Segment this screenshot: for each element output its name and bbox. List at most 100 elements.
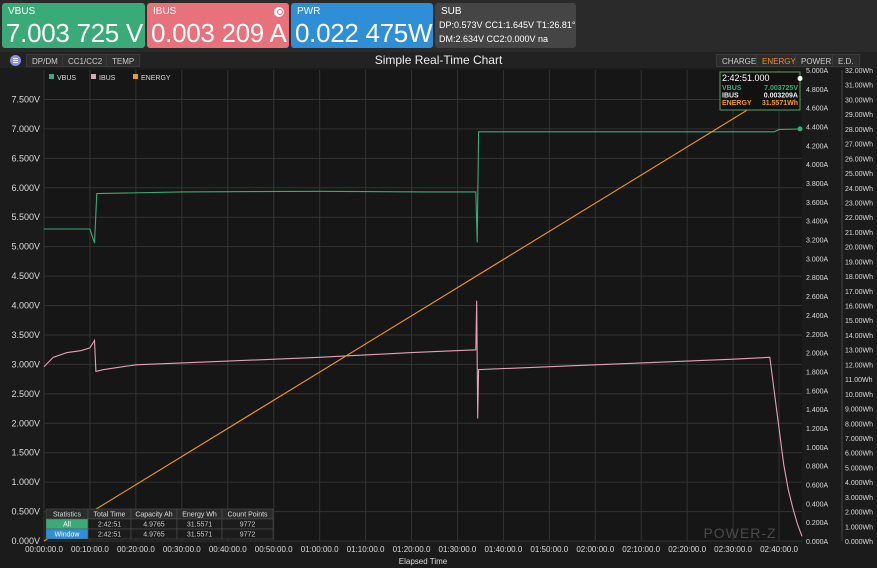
sub-tile[interactable]: SUB DP:0.573V CC1:1.645V T1:26.81°C DM:2… [435, 3, 576, 48]
y-mid-tick-label: 3.000A [806, 256, 829, 263]
y-right-tick-label: 10.00Wh [845, 392, 873, 399]
y-mid-tick-label: 1.800A [806, 369, 829, 376]
y-left-tick-label: 6.500V [11, 153, 40, 163]
legend-swatch [49, 74, 54, 79]
y-right-tick-label: 12.00Wh [845, 362, 873, 369]
x-tick-label: 02:40:00.0 [760, 545, 798, 554]
watermark-logo: POWER-Z [703, 525, 776, 541]
y-left-tick-label: 1.000V [11, 477, 40, 487]
ibus-tile[interactable]: IBUS 0.003 209 A [147, 3, 289, 48]
stats-header-label: Statistics [53, 512, 82, 519]
vbus-label: VBUS [8, 6, 36, 17]
y-mid-tick-label: 0.600A [806, 482, 829, 489]
y-right-tick-label: 13.00Wh [845, 348, 873, 355]
reset-icon[interactable] [274, 7, 284, 17]
y-right-tick-label: 11.00Wh [845, 377, 873, 384]
stats-cell-text: 2:42:51 [98, 532, 121, 539]
y-mid-tick-label: 0.400A [806, 501, 829, 508]
y-right-tick-label: 21.00Wh [845, 230, 873, 237]
y-mid-tick-label: 4.600A [806, 106, 829, 113]
y-mid-tick-label: 4.800A [806, 87, 829, 94]
y-right-tick-label: 9.000Wh [845, 407, 873, 414]
y-right-tick-label: 24.00Wh [845, 186, 873, 193]
y-left-tick-label: 4.000V [11, 301, 40, 311]
y-right-tick-label: 29.00Wh [845, 112, 873, 119]
y-mid-tick-label: 2.600A [806, 294, 829, 301]
stats-cell-text: All [63, 522, 71, 529]
stats-cell-text: 31.5571 [187, 532, 212, 539]
cursor-time: 2:42:51.000 [722, 73, 770, 83]
y-mid-tick-label: 3.800A [806, 181, 829, 188]
y-left-tick-label: 7.500V [11, 94, 40, 104]
y-mid-tick-label: 4.400A [806, 125, 829, 132]
y-left-tick-label: 0.500V [11, 507, 40, 517]
y-mid-tick-label: 4.000A [806, 162, 829, 169]
stats-cell-text: 2:42:51 [98, 522, 121, 529]
sub-label: SUB [441, 6, 462, 17]
ibus-label: IBUS [153, 6, 177, 17]
x-axis-label: Elapsed Time [399, 557, 448, 566]
real-time-chart[interactable]: 0.000V0.500V1.000V1.500V2.000V2.500V3.00… [0, 68, 877, 568]
y-left-tick-label: 2.500V [11, 389, 40, 399]
x-tick-label: 01:20:00.0 [393, 545, 431, 554]
stats-cell-text: 31.5571 [187, 522, 212, 529]
stats-cell-text: 4.9765 [143, 532, 165, 539]
y-left-tick-label: 2.000V [11, 418, 40, 428]
y-right-tick-label: 6.000Wh [845, 451, 873, 458]
legend-swatch [133, 74, 138, 79]
y-mid-tick-label: 2.800A [806, 275, 829, 282]
cursor-row-value: 0.003209A [764, 93, 798, 100]
x-tick-label: 00:30:00.0 [163, 545, 201, 554]
sub-line-dm: DM:2.634V CC2:0.000V na [439, 34, 549, 44]
y-right-tick-label: 27.00Wh [845, 142, 873, 149]
y-right-tick-label: 18.00Wh [845, 274, 873, 281]
measurement-bar: VBUS 7.003 725 V IBUS 0.003 209 A PWR 0.… [0, 0, 877, 52]
y-right-tick-label: 8.000Wh [845, 421, 873, 428]
y-right-tick-label: 28.00Wh [845, 127, 873, 134]
y-left-tick-label: 6.000V [11, 183, 40, 193]
y-mid-tick-label: 4.200A [806, 143, 829, 150]
y-left-tick-label: 5.500V [11, 212, 40, 222]
y-mid-tick-label: 1.200A [806, 426, 829, 433]
vbus-tile[interactable]: VBUS 7.003 725 V [2, 3, 145, 48]
y-right-tick-label: 26.00Wh [845, 156, 873, 163]
x-tick-label: 01:00:00.0 [301, 545, 339, 554]
y-right-tick-label: 16.00Wh [845, 304, 873, 311]
y-mid-tick-label: 0.200A [806, 520, 829, 527]
y-mid-tick-label: 1.400A [806, 407, 829, 414]
x-tick-label: 00:40:00.0 [209, 545, 247, 554]
y-right-tick-label: 20.00Wh [845, 245, 873, 252]
y-mid-tick-label: 3.200A [806, 238, 829, 245]
x-tick-label: 00:20:00.0 [117, 545, 155, 554]
y-mid-tick-label: 2.000A [806, 351, 829, 358]
tab-ed[interactable]: E.D. [832, 54, 860, 67]
x-tick-label: 02:10:00.0 [622, 545, 660, 554]
y-right-tick-label: 30.00Wh [845, 97, 873, 104]
cursor-row-label: VBUS [722, 85, 742, 92]
sub-line-dp: DP:0.573V CC1:1.645V T1:26.81°C [439, 20, 576, 30]
x-tick-label: 00:50:00.0 [255, 545, 293, 554]
tab-power[interactable]: POWER [795, 54, 838, 67]
power-tile[interactable]: PWR 0.022 475W [291, 3, 433, 48]
y-right-tick-label: 15.00Wh [845, 318, 873, 325]
cursor-row-value: 31.5571Wh [762, 100, 798, 107]
y-mid-tick-label: 1.600A [806, 388, 829, 395]
y-mid-tick-label: 5.000A [806, 68, 829, 75]
y-right-tick-label: 7.000Wh [845, 436, 873, 443]
y-left-tick-label: 5.000V [11, 242, 40, 252]
cursor-dot [797, 76, 803, 82]
legend-label: ENERGY [141, 75, 171, 82]
y-right-tick-label: 17.00Wh [845, 289, 873, 296]
y-right-tick-label: 19.00Wh [845, 259, 873, 266]
y-left-tick-label: 1.500V [11, 448, 40, 458]
stats-header-label: Count Points [227, 512, 268, 519]
x-tick-label: 01:50:00.0 [530, 545, 568, 554]
y-mid-tick-label: 2.400A [806, 313, 829, 320]
y-right-tick-label: 4.000Wh [845, 480, 873, 487]
legend-label: IBUS [99, 75, 116, 82]
x-tick-label: 01:40:00.0 [484, 545, 522, 554]
y-mid-tick-label: 0.000A [806, 539, 829, 546]
stats-cell-text: 4.9765 [143, 522, 165, 529]
cursor-dot-vbus [797, 126, 803, 132]
x-tick-label: 01:10:00.0 [347, 545, 385, 554]
